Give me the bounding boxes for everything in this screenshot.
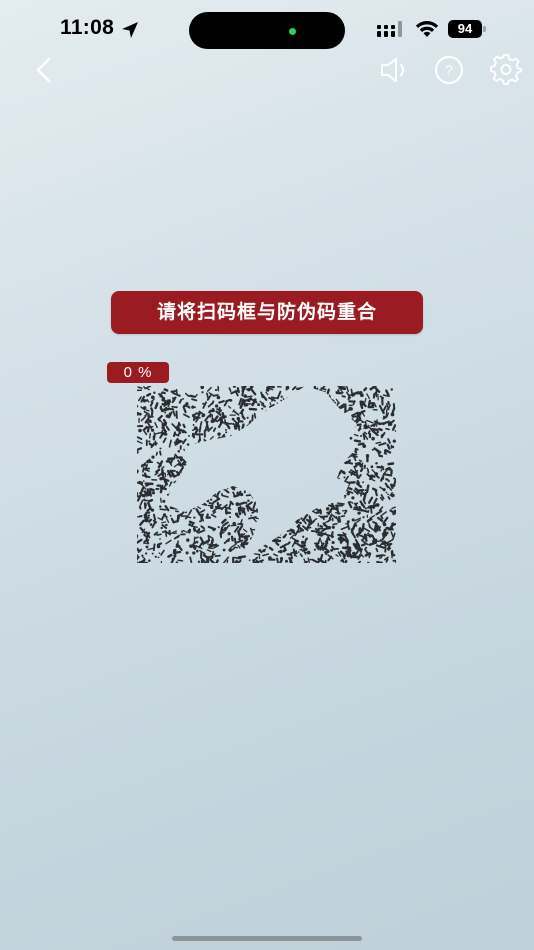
status-time: 11:08	[60, 16, 115, 39]
cellular-signal-icon	[377, 21, 405, 37]
speaker-icon	[378, 58, 412, 90]
gear-icon	[489, 54, 523, 90]
dynamic-island	[189, 12, 345, 49]
location-arrow-icon	[120, 20, 140, 40]
sound-toggle-button[interactable]	[378, 54, 412, 86]
back-button[interactable]	[28, 54, 60, 86]
chevron-left-icon	[28, 57, 60, 90]
scan-progress-badge: 0 %	[107, 362, 169, 383]
battery-cap	[483, 26, 486, 32]
anti-counterfeit-pattern	[137, 386, 396, 563]
status-bar: 11:08 94	[0, 0, 534, 60]
wifi-icon	[414, 19, 440, 39]
battery-level: 94	[448, 20, 482, 38]
help-label: ?	[445, 62, 453, 78]
scan-instruction-banner: 请将扫码框与防伪码重合	[111, 291, 423, 334]
settings-button[interactable]	[489, 54, 523, 86]
home-indicator	[172, 936, 362, 941]
question-circle-icon: ?	[432, 56, 466, 90]
scan-frame	[137, 386, 396, 563]
battery-icon: 94	[448, 20, 488, 38]
camera-indicator-icon	[289, 28, 296, 35]
help-button[interactable]: ?	[432, 54, 466, 86]
